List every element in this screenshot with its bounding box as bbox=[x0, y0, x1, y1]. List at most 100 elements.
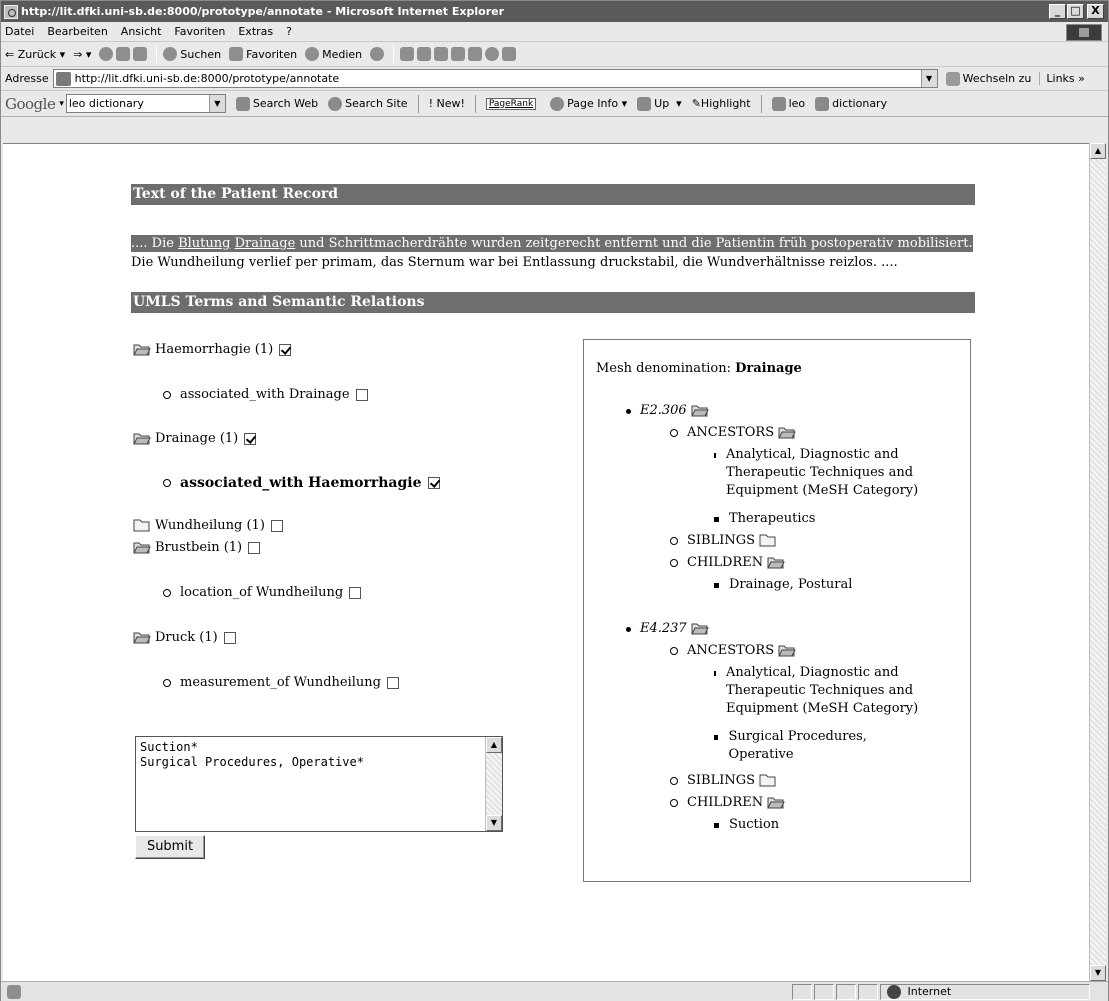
scroll-up-icon[interactable]: ▲ bbox=[486, 737, 502, 753]
siblings-node: SIBLINGS bbox=[670, 532, 781, 550]
leo-button[interactable]: leo bbox=[771, 96, 805, 111]
address-input[interactable]: http://lit.dfki.uni-sb.de:8000/prototype… bbox=[52, 69, 938, 88]
media-button[interactable]: Medien bbox=[305, 47, 362, 61]
page-info-button[interactable]: Page Info ▾ bbox=[550, 96, 627, 111]
scroll-up-icon[interactable]: ▲ bbox=[1090, 143, 1106, 159]
new-label: New! bbox=[436, 97, 465, 110]
address-dropdown-icon[interactable]: ▼ bbox=[920, 70, 937, 87]
print-icon[interactable] bbox=[417, 47, 432, 61]
folder-open-icon[interactable] bbox=[133, 343, 151, 356]
menu-datei[interactable]: Datei bbox=[5, 25, 34, 38]
folder-open-icon[interactable] bbox=[778, 644, 796, 657]
toolbar-separator bbox=[156, 45, 158, 63]
textarea-scrollbar[interactable]: ▲ ▼ bbox=[485, 737, 502, 831]
forward-button[interactable]: ⇒ ▾ bbox=[73, 48, 91, 61]
page-scrollbar[interactable]: ▲ ▼ bbox=[1089, 143, 1106, 981]
square-bullet bbox=[714, 735, 719, 740]
folder-open-icon[interactable] bbox=[690, 622, 709, 635]
menu-help[interactable]: ? bbox=[286, 25, 292, 38]
relation-checkbox[interactable] bbox=[349, 586, 362, 599]
term-checkbox[interactable] bbox=[270, 519, 283, 532]
google-search-dropdown-icon[interactable]: ▼ bbox=[208, 95, 225, 112]
home-icon[interactable] bbox=[133, 47, 148, 61]
window-title: http://lit.dfki.uni-sb.de:8000/prototype… bbox=[21, 5, 505, 18]
dictionary-button[interactable]: dictionary bbox=[815, 96, 887, 111]
relation-checkbox[interactable] bbox=[386, 676, 399, 689]
extra-icon[interactable] bbox=[502, 47, 517, 61]
child-label: Drainage, Postural bbox=[729, 577, 853, 592]
relation-associated-with-haemorrhagie: associated_with Haemorrhagie bbox=[163, 475, 440, 491]
search-web-button[interactable]: Search Web bbox=[235, 96, 319, 111]
record-text-end: und Schrittmacherdrähte wurden zeitgerec… bbox=[295, 236, 973, 251]
menu-bearbeiten[interactable]: Bearbeiten bbox=[47, 25, 107, 38]
term-checkbox[interactable] bbox=[223, 631, 236, 644]
link-drainage[interactable]: Drainage bbox=[235, 236, 296, 251]
child-label: Suction bbox=[729, 817, 780, 832]
highlight-button[interactable]: ✎ Highlight bbox=[692, 97, 751, 110]
mesh-prefix: Mesh denomination: bbox=[596, 361, 736, 376]
relation-checkbox[interactable] bbox=[355, 388, 368, 401]
folder-open-icon[interactable] bbox=[767, 796, 785, 809]
mesh-term: Drainage bbox=[735, 361, 802, 376]
scroll-down-icon[interactable]: ▼ bbox=[1090, 965, 1106, 981]
pagerank-indicator[interactable]: PageRank bbox=[485, 97, 540, 110]
circle-bullet bbox=[670, 429, 678, 437]
link-blutung[interactable]: Blutung bbox=[178, 236, 230, 251]
folder-closed-icon[interactable] bbox=[759, 774, 777, 787]
minimize-button[interactable]: _ bbox=[1049, 4, 1066, 19]
mail-icon[interactable] bbox=[400, 47, 415, 61]
links-button[interactable]: Links » bbox=[1039, 72, 1085, 85]
maximize-button[interactable]: □ bbox=[1067, 4, 1084, 19]
back-button[interactable]: ⇐ Zurück ▾ bbox=[5, 48, 65, 61]
folder-open-icon[interactable] bbox=[133, 541, 151, 554]
highlighted-sentence: .... Die Blutung Drainage und Schrittmac… bbox=[131, 235, 973, 252]
annotation-textarea[interactable]: Suction* Surgical Procedures, Operative* bbox=[135, 736, 503, 832]
discuss-icon[interactable] bbox=[451, 47, 466, 61]
refresh-icon[interactable] bbox=[116, 47, 131, 61]
media-icon bbox=[305, 47, 320, 61]
history-icon[interactable] bbox=[370, 47, 385, 61]
folder-open-icon[interactable] bbox=[133, 631, 151, 644]
edit-icon[interactable] bbox=[434, 47, 449, 61]
search-site-button[interactable]: Search Site bbox=[328, 96, 408, 111]
children-node: CHILDREN bbox=[670, 794, 789, 812]
folder-open-icon[interactable] bbox=[778, 426, 796, 439]
ie-icon bbox=[4, 4, 18, 19]
search-web-label: Search Web bbox=[252, 97, 319, 110]
term-drainage: Drainage (1) bbox=[133, 431, 257, 446]
submit-button[interactable]: Submit bbox=[135, 835, 205, 859]
new-button[interactable]: ! New! bbox=[429, 97, 465, 110]
search-button[interactable]: Suchen bbox=[163, 47, 221, 61]
status-bar: Internet bbox=[1, 981, 1108, 1001]
children-label: CHILDREN bbox=[687, 795, 764, 810]
folder-open-icon[interactable] bbox=[690, 404, 709, 417]
menu-ansicht[interactable]: Ansicht bbox=[121, 25, 162, 38]
folder-open-icon[interactable] bbox=[767, 556, 785, 569]
term-checkbox[interactable] bbox=[248, 541, 261, 554]
ancestor-label: Analytical, Diagnostic and Therapeutic T… bbox=[725, 665, 919, 716]
relation-label: associated_with Drainage bbox=[180, 387, 350, 402]
folder-closed-icon[interactable] bbox=[759, 534, 777, 547]
circle-bullet bbox=[670, 537, 678, 545]
menu-bar: Datei Bearbeiten Ansicht Favoriten Extra… bbox=[1, 22, 1108, 42]
research-icon[interactable] bbox=[468, 47, 483, 61]
relation-checkbox[interactable] bbox=[427, 477, 440, 489]
term-checkbox[interactable] bbox=[244, 432, 257, 445]
ancestor-label: Analytical, Diagnostic and Therapeutic T… bbox=[725, 447, 919, 498]
menu-extras[interactable]: Extras bbox=[238, 25, 273, 38]
google-logo[interactable]: Google bbox=[5, 95, 56, 113]
messenger-icon[interactable] bbox=[485, 47, 500, 61]
square-bullet bbox=[714, 583, 719, 588]
favorites-button[interactable]: Favoriten bbox=[229, 47, 297, 61]
go-button[interactable]: Wechseln zu bbox=[945, 71, 1031, 86]
google-search-input[interactable]: leo dictionary ▼ bbox=[65, 94, 226, 113]
up-button[interactable]: Up ▾ bbox=[637, 96, 682, 111]
folder-closed-icon[interactable] bbox=[133, 519, 151, 532]
menu-favoriten[interactable]: Favoriten bbox=[174, 25, 225, 38]
close-button[interactable]: X bbox=[1087, 4, 1104, 19]
new-mark-icon: ! bbox=[428, 97, 437, 110]
term-checkbox[interactable] bbox=[279, 343, 292, 356]
stop-icon[interactable] bbox=[99, 47, 114, 61]
scroll-down-icon[interactable]: ▼ bbox=[486, 815, 502, 831]
folder-open-icon[interactable] bbox=[133, 432, 151, 445]
